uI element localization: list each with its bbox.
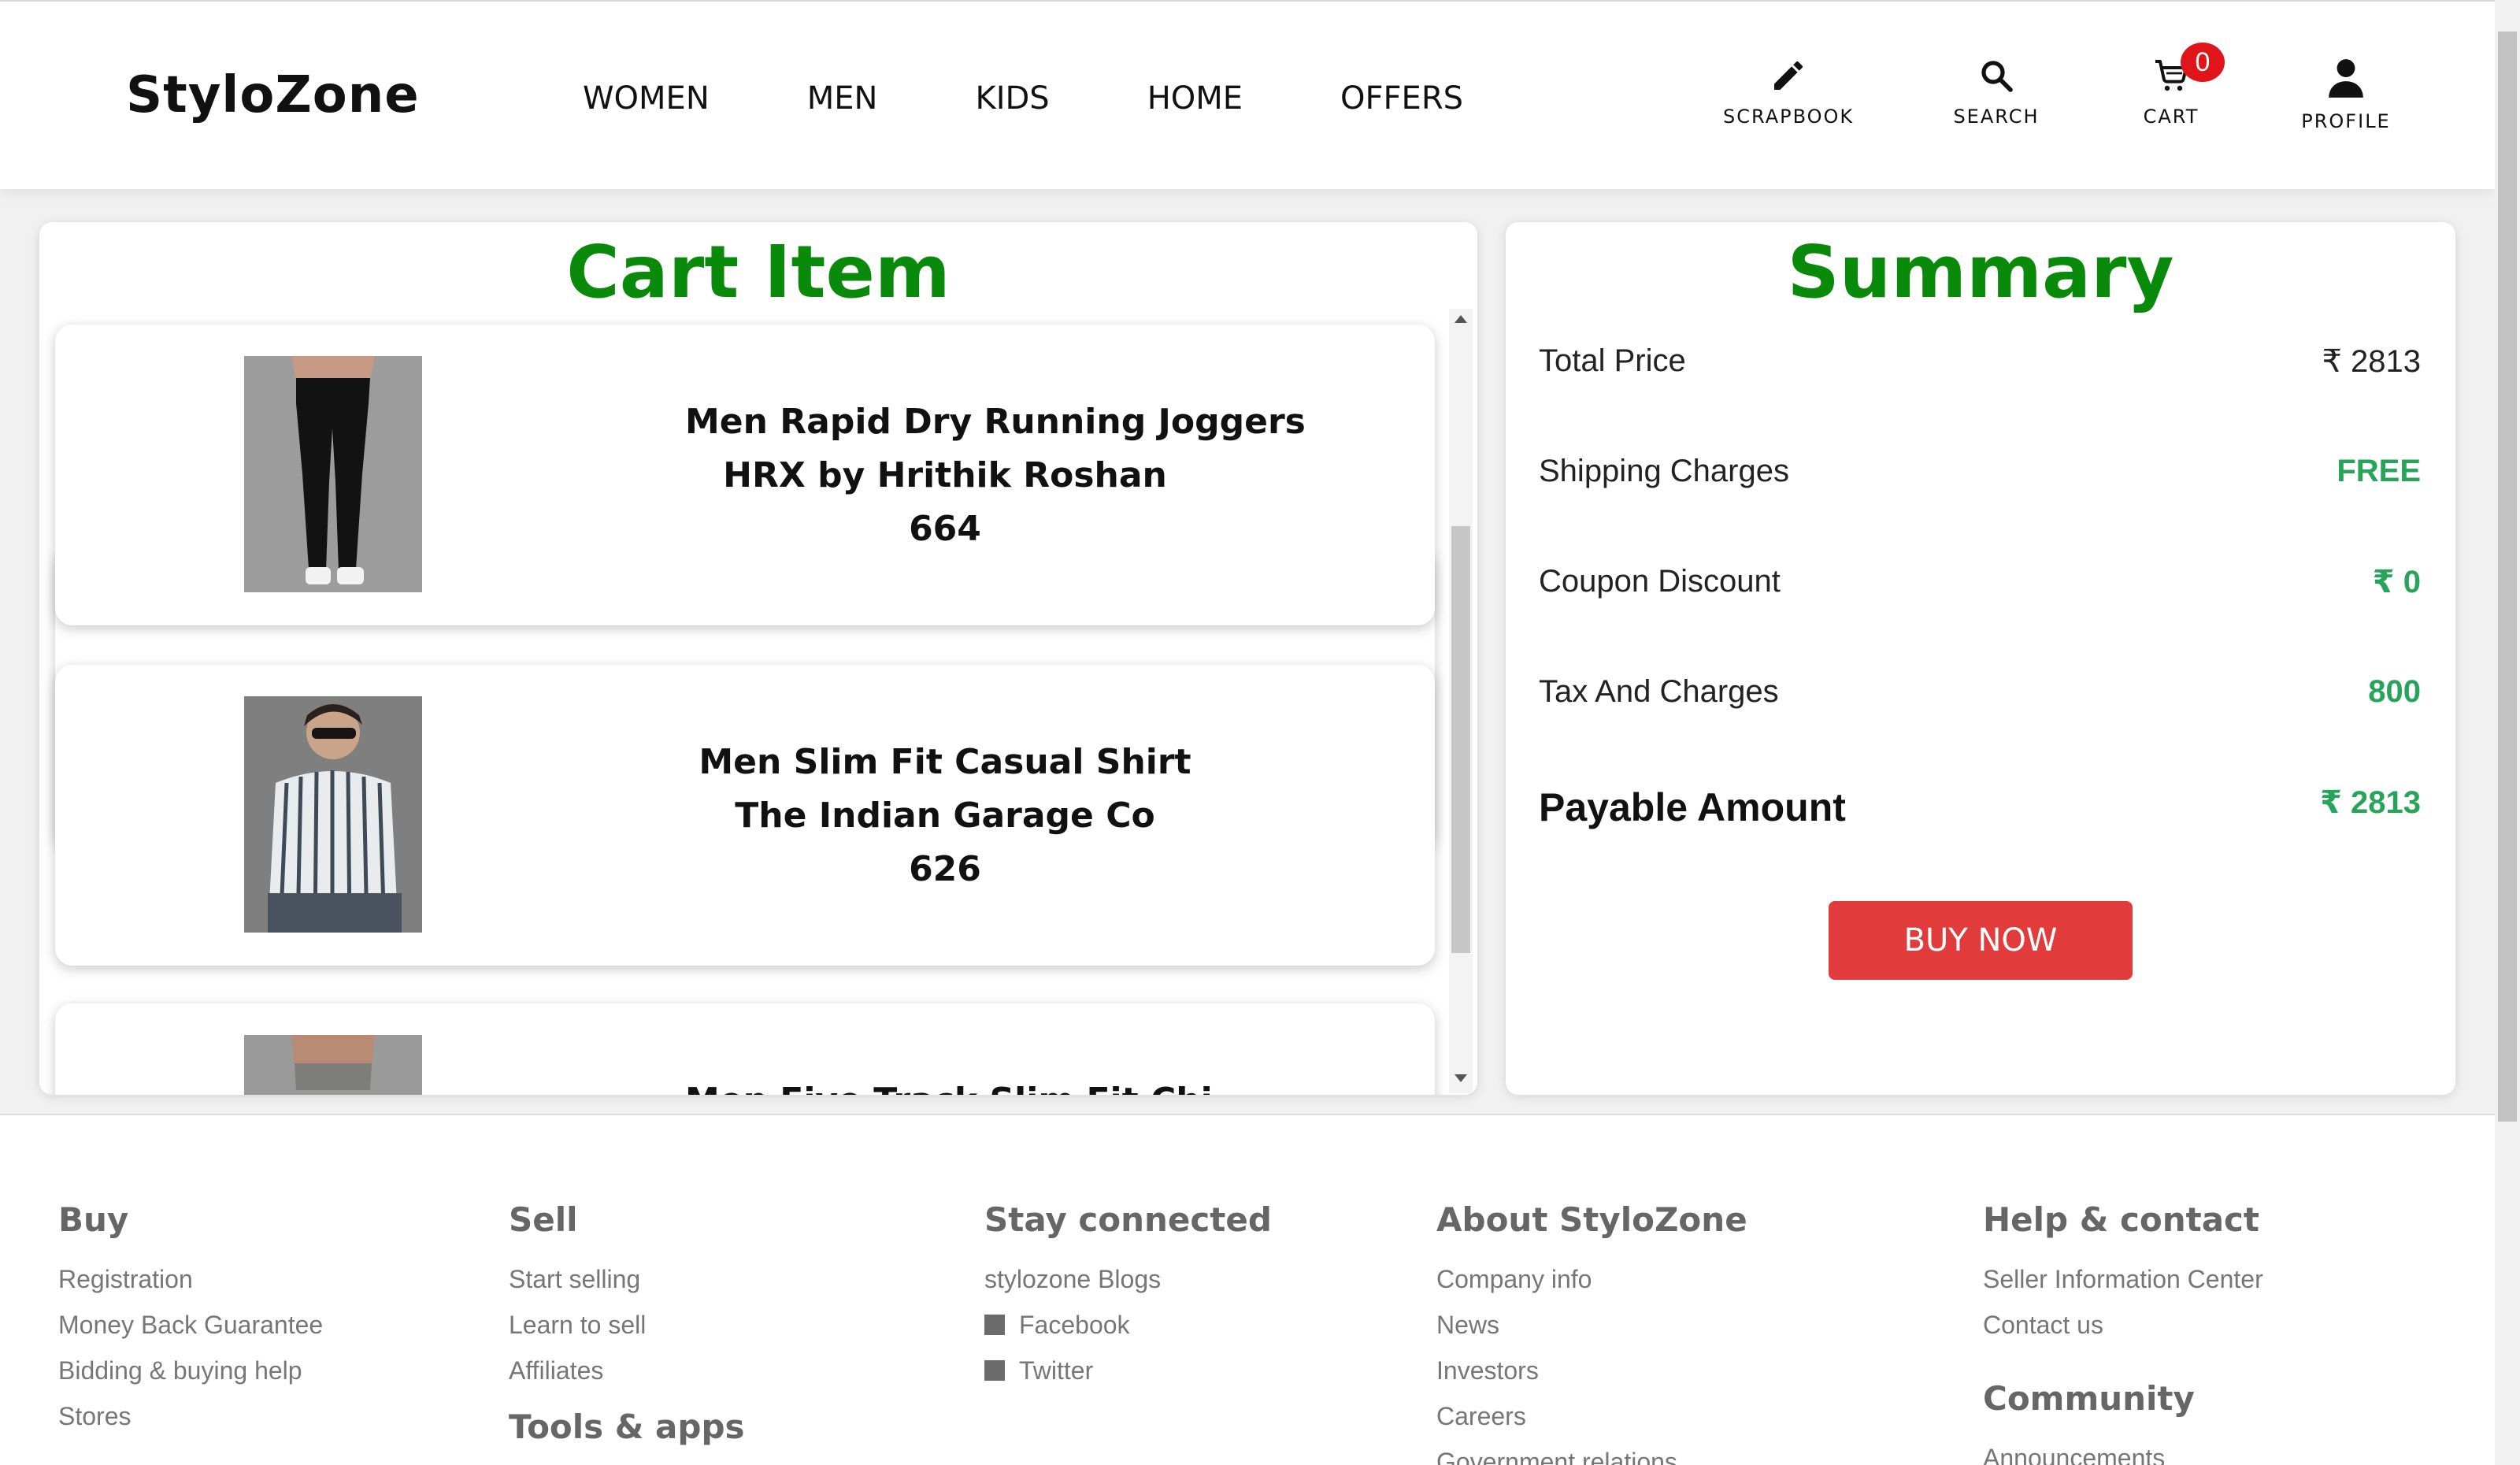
footer-link-label: stylozone Blogs — [984, 1265, 1162, 1293]
footer-link[interactable]: Company info — [1436, 1256, 1747, 1302]
item-brand: The Indian Garage Co — [735, 796, 1155, 836]
scrapbook-button[interactable]: SCRAPBOOK — [1723, 57, 1854, 128]
nav-women[interactable]: WOMEN — [583, 80, 710, 117]
item-name: Men Five Track Slim Fit Chi — [685, 1074, 1213, 1095]
search-button[interactable]: SEARCH — [1953, 57, 2040, 128]
item-price: 626 — [909, 849, 981, 889]
shipping-label: Shipping Charges — [1539, 454, 1789, 488]
product-image-shirt[interactable] — [244, 696, 422, 933]
footer-link[interactable]: Affiliates — [509, 1348, 745, 1393]
page-scrollbar-thumb[interactable] — [2498, 32, 2517, 1122]
footer-link-facebook[interactable]: Facebook — [984, 1302, 1272, 1348]
nav-kids[interactable]: KIDS — [975, 80, 1049, 117]
footer-link[interactable]: Start selling — [509, 1256, 745, 1302]
product-image-chinos[interactable] — [244, 1035, 422, 1095]
footer-heading-tools: Tools & apps — [509, 1408, 745, 1446]
footer-link-label: Twitter — [1019, 1356, 1094, 1385]
footer-link-twitter[interactable]: Twitter — [984, 1348, 1272, 1393]
tax-value: 800 — [2368, 674, 2421, 709]
cart-title: Cart Item — [566, 230, 951, 314]
footer-heading-buy: Buy — [58, 1200, 129, 1239]
footer-heading-sell: Sell — [509, 1200, 578, 1239]
cart-item-list[interactable]: Men Rapid Dry Running Joggers HRX by Hri… — [39, 307, 1477, 1095]
pencil-icon — [1774, 61, 1803, 90]
footer-link[interactable]: Careers — [1436, 1393, 1747, 1439]
cart-count-badge: 0 — [2181, 43, 2225, 82]
item-name: Men Slim Fit Casual Shirt — [699, 742, 1191, 782]
footer-col-buy: Buy Registration Money Back Guarantee Bi… — [58, 1200, 323, 1439]
main-nav: WOMEN MEN KIDS HOME OFFERS — [583, 80, 1463, 117]
facebook-icon — [984, 1315, 1005, 1335]
item-details: Men Slim Fit Casual Shirt The Indian Gar… — [685, 736, 1205, 896]
profile-label: PROFILE — [2301, 110, 2391, 132]
search-icon — [1981, 61, 2013, 92]
footer-col-stay: Stay connected stylozone Blogs Facebook … — [984, 1200, 1272, 1393]
footer-link[interactable]: stylozone Blogs — [984, 1256, 1272, 1302]
scroll-down-arrow-icon[interactable] — [1455, 1074, 1467, 1082]
user-icon — [2329, 59, 2363, 98]
profile-button[interactable]: PROFILE — [2300, 57, 2392, 132]
footer-col-sell: Sell Start selling Learn to sell Affilia… — [509, 1200, 745, 1463]
footer-col-help: Help & contact Seller Information Center… — [1983, 1200, 2263, 1465]
footer-heading-about: About StyloZone — [1436, 1200, 1747, 1239]
total-price-label: Total Price — [1539, 343, 1686, 378]
site-logo[interactable]: StyloZone — [126, 66, 420, 124]
coupon-label: Coupon Discount — [1539, 564, 1781, 599]
scroll-up-arrow-icon[interactable] — [1455, 315, 1467, 323]
scrapbook-label: SCRAPBOOK — [1723, 106, 1855, 128]
summary-panel: Summary Total Price ₹ 2813 Shipping Char… — [1506, 222, 2455, 1095]
tax-label: Tax And Charges — [1539, 674, 1779, 709]
twitter-icon — [984, 1360, 1005, 1381]
footer-heading-stay: Stay connected — [984, 1200, 1272, 1239]
buy-now-button[interactable]: BUY NOW — [1829, 901, 2133, 980]
cart-button[interactable]: 0 CART — [2142, 43, 2225, 128]
footer-link-label: Facebook — [1019, 1311, 1130, 1339]
footer-link[interactable]: Registration — [58, 1256, 323, 1302]
payable-value: ₹ 2813 — [2320, 785, 2421, 820]
footer-link[interactable]: Bidding & buying help — [58, 1348, 323, 1393]
cart-item[interactable]: Men Rapid Dry Running Joggers HRX by Hri… — [55, 325, 1435, 625]
search-label: SEARCH — [1953, 106, 2040, 128]
footer-link[interactable]: Learn to sell — [509, 1302, 745, 1348]
footer-col-about: About StyloZone Company info News Invest… — [1436, 1200, 1747, 1465]
footer-heading-help: Help & contact — [1983, 1200, 2260, 1239]
site-header: StyloZone WOMEN MEN KIDS HOME OFFERS SCR… — [0, 0, 2495, 189]
item-details: Men Rapid Dry Running Joggers HRX by Hri… — [685, 395, 1306, 556]
cart-label: CART — [2143, 106, 2199, 128]
footer-link[interactable]: Stores — [58, 1393, 323, 1439]
nav-home[interactable]: HOME — [1147, 80, 1243, 117]
footer-link[interactable]: Contact us — [1983, 1302, 2263, 1348]
payable-label: Payable Amount — [1539, 785, 1846, 829]
summary-title: Summary — [1787, 230, 2174, 314]
item-name: Men Rapid Dry Running Joggers — [685, 402, 1306, 442]
item-brand: HRX by Hrithik Roshan — [723, 455, 1167, 495]
cart-panel: Cart Item Men Rapid Dry Running Joggers … — [39, 222, 1477, 1095]
coupon-value: ₹ 0 — [2372, 565, 2421, 599]
footer-link[interactable]: Investors — [1436, 1348, 1747, 1393]
product-image-joggers[interactable] — [244, 356, 422, 592]
footer-link[interactable]: Announcements — [1983, 1435, 2263, 1465]
nav-offers[interactable]: OFFERS — [1340, 80, 1463, 117]
item-price: 664 — [909, 509, 981, 549]
footer-link[interactable]: Seller Information Center — [1983, 1256, 2263, 1302]
shipping-value: FREE — [2337, 454, 2421, 488]
cart-item[interactable]: Men Slim Fit Casual Shirt The Indian Gar… — [55, 665, 1435, 966]
cart-item[interactable]: Men Five Track Slim Fit Chi — [55, 1003, 1435, 1095]
footer-link[interactable]: Government relations — [1436, 1439, 1747, 1465]
footer-link[interactable]: News — [1436, 1302, 1747, 1348]
cart-scrollbar-thumb[interactable] — [1451, 526, 1470, 953]
footer-heading-community: Community — [1983, 1379, 2195, 1418]
item-details: Men Five Track Slim Fit Chi — [685, 1074, 1213, 1095]
site-footer: Buy Registration Money Back Guarantee Bi… — [0, 1114, 2495, 1465]
nav-men[interactable]: MEN — [807, 80, 878, 117]
footer-link[interactable]: Money Back Guarantee — [58, 1302, 323, 1348]
total-price-value: ₹ 2813 — [2322, 344, 2421, 379]
